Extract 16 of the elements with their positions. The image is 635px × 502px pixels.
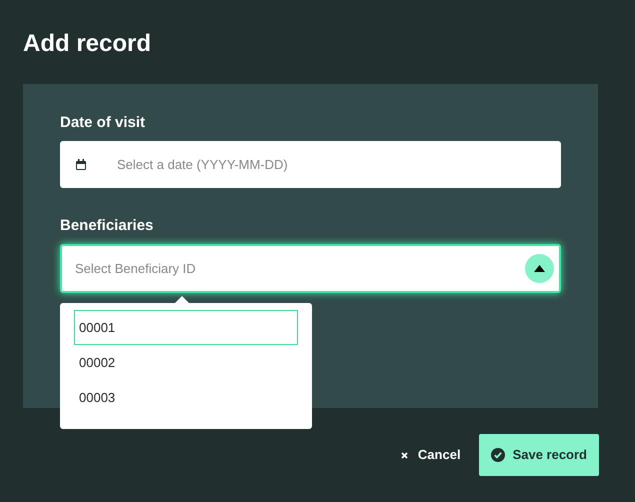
close-icon [400,452,408,458]
calendar-icon [76,159,86,170]
date-field[interactable]: Select a date (YYYY-MM-DD) [60,141,561,188]
dropdown-option[interactable]: 00002 [74,345,298,380]
page-title: Add record [23,29,152,59]
dropdown-option[interactable]: 00001 [74,310,298,345]
caret-up-icon [534,265,545,272]
field-label: Date of visit [60,113,146,133]
toggle-button[interactable] [525,254,554,283]
field-label: Beneficiaries [60,216,154,236]
cancel-button[interactable]: Cancel [400,434,461,476]
check-circle-icon [490,448,505,462]
dropdown-option[interactable]: 00003 [74,380,298,415]
select-placeholder: Select Beneficiary ID [75,260,196,278]
save-button[interactable]: Save record [478,434,599,476]
beneficiary-select[interactable]: Select Beneficiary ID [60,244,561,293]
